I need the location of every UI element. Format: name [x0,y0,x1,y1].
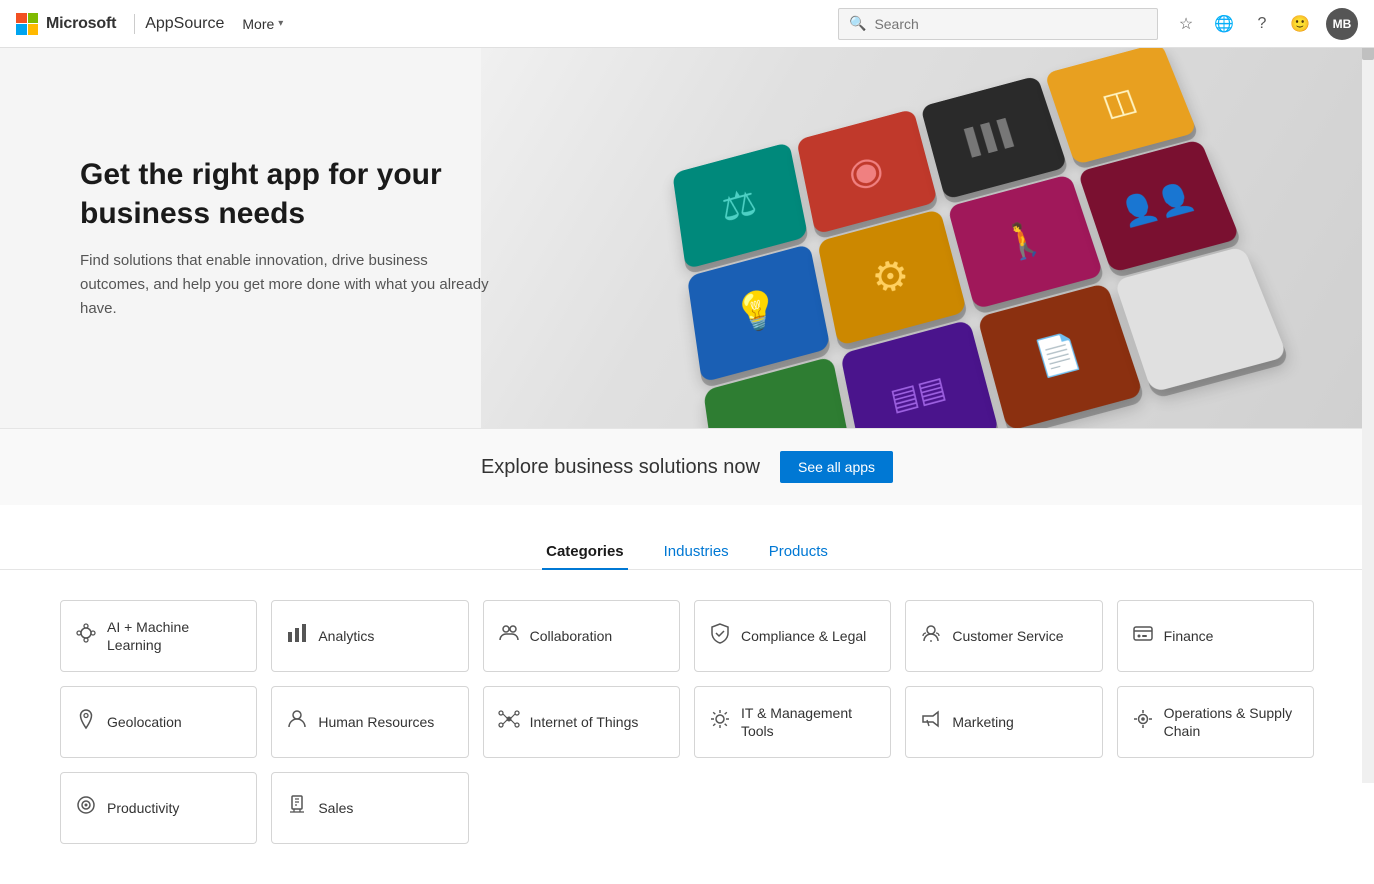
categories-section: AI + Machine Learning Analytics Coll [0,600,1374,884]
ops-supply-icon [1132,708,1154,736]
category-customer-service[interactable]: Customer Service [905,600,1102,672]
category-finance[interactable]: Finance [1117,600,1314,672]
search-bar[interactable]: 🔍 [838,8,1158,40]
user-avatar[interactable]: MB [1326,8,1358,40]
hero-title: Get the right app for your business need… [80,155,500,233]
appsource-label[interactable]: AppSource [145,15,224,33]
key-empty [1115,246,1288,393]
logo-yellow [28,24,39,35]
hero-image-inner: ⚖ ◉ ▌▌▌ ◫ 💡 ⚙ 🚶 👤👤 ▤▤ 📄 [481,48,1374,428]
customer-service-icon [920,622,942,650]
category-iot[interactable]: Internet of Things [483,686,680,758]
ai-ml-label: AI + Machine Learning [107,618,242,654]
it-mgmt-icon [709,708,731,736]
hr-label: Human Resources [318,713,434,731]
iot-label: Internet of Things [530,713,639,731]
tab-industries[interactable]: Industries [660,535,733,570]
tab-categories[interactable]: Categories [542,535,628,570]
it-mgmt-label: IT & Management Tools [741,704,876,740]
ai-ml-icon [75,622,97,650]
globe-icon[interactable]: 🌐 [1208,8,1240,40]
collaboration-icon [498,622,520,650]
customer-service-label: Customer Service [952,627,1063,645]
category-compliance[interactable]: Compliance & Legal [694,600,891,672]
category-ops-supply[interactable]: Operations & Supply Chain [1117,686,1314,758]
category-analytics[interactable]: Analytics [271,600,468,672]
logo-blue [16,24,27,35]
iot-icon [498,708,520,736]
productivity-label: Productivity [107,799,179,817]
geolocation-label: Geolocation [107,713,182,731]
productivity-icon [75,794,97,822]
see-all-button[interactable]: See all apps [780,451,893,483]
microsoft-logo[interactable]: Microsoft [16,13,116,35]
categories-grid: AI + Machine Learning Analytics Coll [60,600,1314,844]
finance-icon [1132,622,1154,650]
ops-supply-label: Operations & Supply Chain [1164,704,1299,740]
category-marketing[interactable]: Marketing [905,686,1102,758]
logo-green [28,13,39,24]
scrollbar-track[interactable] [1362,0,1374,783]
analytics-icon [286,622,308,650]
more-menu[interactable]: More ▾ [242,16,283,32]
help-icon[interactable]: ? [1246,8,1278,40]
navbar-actions: ☆ 🌐 ? 🙂 MB [1170,8,1358,40]
logo-red [16,13,27,24]
category-collaboration[interactable]: Collaboration [483,600,680,672]
keys-grid: ⚖ ◉ ▌▌▌ ◫ 💡 ⚙ 🚶 👤👤 ▤▤ 📄 [673,48,1288,428]
favorite-icon[interactable]: ☆ [1170,8,1202,40]
category-geolocation[interactable]: Geolocation [60,686,257,758]
hero-text-block: Get the right app for your business need… [80,155,500,321]
emoji-icon[interactable]: 🙂 [1284,8,1316,40]
ms-logo-grid [16,13,38,35]
collaboration-label: Collaboration [530,627,613,645]
hero-image: ⚖ ◉ ▌▌▌ ◫ 💡 ⚙ 🚶 👤👤 ▤▤ 📄 [481,48,1374,428]
navbar: Microsoft AppSource More ▾ 🔍 ☆ 🌐 ? 🙂 MB [0,0,1374,48]
finance-label: Finance [1164,627,1214,645]
more-label: More [242,16,274,32]
category-it-mgmt[interactable]: IT & Management Tools [694,686,891,758]
nav-divider [134,14,135,34]
geolocation-icon [75,708,97,736]
search-input[interactable] [874,16,1147,32]
analytics-label: Analytics [318,627,374,645]
tabs-section: Categories Industries Products [0,505,1374,570]
compliance-icon [709,622,731,650]
compliance-label: Compliance & Legal [741,627,866,645]
sales-icon [286,794,308,822]
brand-name: Microsoft [46,15,116,33]
search-icon: 🔍 [849,15,866,32]
marketing-icon [920,708,942,736]
marketing-label: Marketing [952,713,1013,731]
tab-products[interactable]: Products [765,535,832,570]
category-hr[interactable]: Human Resources [271,686,468,758]
category-ai-ml[interactable]: AI + Machine Learning [60,600,257,672]
hero-section: Get the right app for your business need… [0,48,1374,428]
hero-subtitle: Find solutions that enable innovation, d… [80,249,500,321]
sales-label: Sales [318,799,353,817]
key-doc2: 📄 [978,283,1144,428]
explore-bar: Explore business solutions now See all a… [0,428,1374,505]
chevron-down-icon: ▾ [278,18,283,29]
explore-text: Explore business solutions now [481,456,760,479]
hr-icon [286,708,308,736]
